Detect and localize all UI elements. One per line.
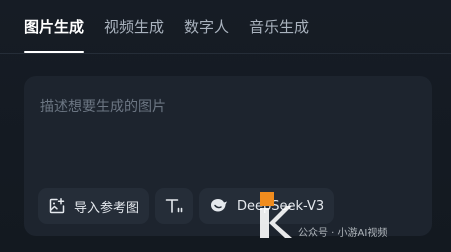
generation-type-tabs: 图片生成 视频生成 数字人 音乐生成 [24,16,309,53]
prompt-toolbar: 导入参考图 DeepSeek-V3 [38,188,335,224]
model-label: DeepSeek-V3 [237,198,325,214]
tabs-divider [0,53,451,54]
tab-music-generation[interactable]: 音乐生成 [249,16,309,38]
import-reference-image-label: 导入参考图 [74,200,140,216]
prompt-box: 导入参考图 DeepSeek-V3 [24,76,432,236]
image-add-icon [48,197,66,215]
prompt-input[interactable] [38,94,412,188]
import-reference-image-button[interactable]: 导入参考图 [38,188,150,224]
generation-panel: 图片生成 视频生成 数字人 音乐生成 导入参考图 [0,0,451,252]
deepseek-logo-icon [209,197,229,215]
text-style-button[interactable] [155,188,194,224]
tab-digital-human[interactable]: 数字人 [184,16,229,38]
text-style-icon [164,197,184,215]
model-selector-button[interactable]: DeepSeek-V3 [199,188,335,224]
tab-image-generation[interactable]: 图片生成 [24,16,85,53]
tab-video-generation[interactable]: 视频生成 [104,16,164,38]
